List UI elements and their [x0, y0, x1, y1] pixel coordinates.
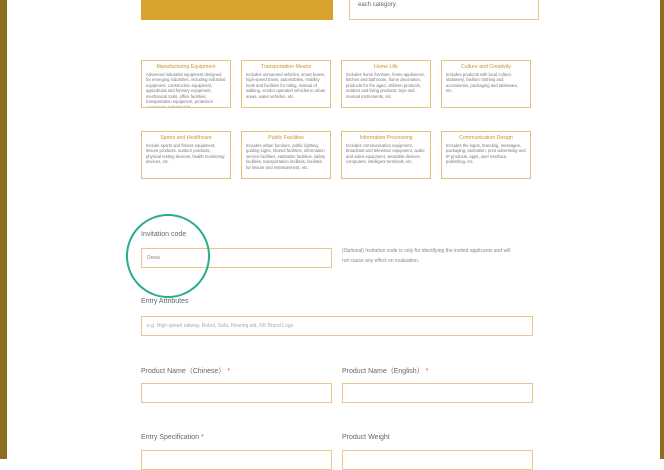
entry-specification-label: Entry Specification * [141, 434, 204, 441]
category-desc: Includes products with local culture, st… [446, 72, 519, 94]
category-card-communication[interactable]: Communication Design Includes the logos,… [441, 131, 531, 179]
entry-attributes-input[interactable]: e.g. High-speed railway, Robot, Sofa, He… [141, 316, 533, 336]
selected-category-bar[interactable] [141, 0, 333, 20]
product-name-english-input[interactable] [342, 383, 533, 403]
product-name-chinese-label: Product Name（Chinese） * [141, 366, 230, 376]
category-desc: Includes the logos, branding, messages, … [446, 143, 526, 165]
category-desc: Includes communication equipment, broadc… [346, 143, 425, 165]
category-title: Communication Design [459, 135, 513, 141]
frame-left [0, 0, 7, 459]
product-name-chinese-input[interactable] [141, 383, 332, 403]
required-mark: * [200, 434, 204, 441]
category-desc: Include sports and fitness equipment, le… [146, 143, 225, 165]
category-card-home-life[interactable]: Home Life Includes home furniture, home … [341, 60, 431, 108]
frame-right [660, 0, 664, 459]
category-desc: Includes home furniture, home appliances… [346, 72, 425, 99]
category-title: Culture and Creativity [461, 64, 511, 70]
top-card-text: each category. [358, 2, 397, 8]
category-desc: Includes urban furniture, public lightin… [246, 143, 326, 170]
category-card-public-facilities[interactable]: Public Facilities Includes urban furnitu… [241, 131, 331, 179]
invitation-code-note: (Optional) Invitation code is only for i… [342, 247, 542, 266]
invitation-note-line-2: not cause any effect on evaluation. [342, 257, 420, 264]
category-card-information[interactable]: Information Processing Includes communic… [341, 131, 431, 179]
product-weight-input[interactable] [342, 450, 533, 470]
highlight-circle [126, 214, 210, 298]
required-mark: * [227, 368, 231, 375]
category-card-transportation[interactable]: Transportation Means Includes unmanned v… [241, 60, 331, 108]
entry-specification-text: Entry Specification [141, 434, 199, 441]
entry-specification-input[interactable] [141, 450, 332, 470]
entry-attributes-label: Entry Attributes [141, 298, 189, 305]
category-desc: Includes unmanned vehicles, smart buses,… [246, 72, 326, 99]
invitation-note-line-1: (Optional) Invitation code is only for i… [342, 248, 511, 254]
required-mark: * [425, 368, 429, 375]
category-title: Public Facilities [268, 135, 304, 141]
category-title: Information Processing [359, 135, 413, 141]
page: each category. Manufacturing Equipment A… [7, 0, 660, 470]
category-title: Sports and Healthcare [160, 135, 212, 141]
category-desc: Advanced industrial equipment designed f… [146, 72, 226, 108]
category-card-manufacturing[interactable]: Manufacturing Equipment Advanced industr… [141, 60, 231, 108]
product-name-english-label: Product Name（English） * [342, 366, 428, 376]
category-title: Home Life [374, 64, 398, 70]
category-title: Manufacturing Equipment [156, 64, 216, 70]
category-title: Transportation Means [260, 64, 312, 70]
product-name-english-text: Product Name（English） [342, 368, 424, 375]
product-weight-label: Product Weight [342, 434, 390, 441]
category-card-sports[interactable]: Sports and Healthcare Include sports and… [141, 131, 231, 179]
product-name-chinese-text: Product Name（Chinese） [141, 368, 226, 375]
entry-attributes-placeholder: e.g. High-speed railway, Robot, Sofa, He… [147, 323, 294, 329]
top-card: each category. [349, 0, 539, 20]
category-card-culture[interactable]: Culture and Creativity Includes products… [441, 60, 531, 108]
